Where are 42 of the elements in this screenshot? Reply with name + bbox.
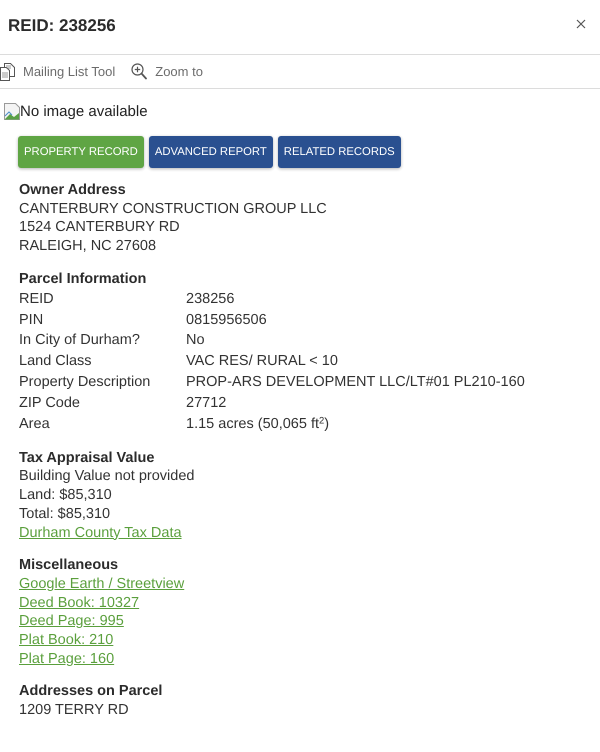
section-heading: Parcel Information	[19, 270, 146, 289]
field-value: 0815956506	[186, 310, 268, 330]
zoom-in-icon	[131, 63, 148, 80]
field-label: ZIP Code	[19, 394, 81, 413]
field-value: PROP-ARS DEVELOPMENT LLC/LT#01 PL210-160	[186, 373, 525, 392]
field-value: 1.15 acres (50,065 ft$^{2}$)	[186, 414, 330, 434]
text-line: CANTERBURY CONSTRUCTION GROUP LLC	[19, 200, 327, 218]
field-value: 238256	[186, 290, 236, 308]
section-heading: Tax Appraisal Value	[19, 448, 154, 468]
field-label: In City of Durham?	[19, 331, 141, 350]
report-button[interactable]: RELATED RECORDS	[278, 136, 401, 168]
field-label: PIN	[19, 310, 44, 330]
field-value: No	[186, 331, 206, 350]
toolbar-button[interactable]: Zoom to	[131, 63, 203, 80]
link[interactable]: Plat Page: 160	[19, 650, 114, 668]
link[interactable]: Plat Book: 210	[19, 631, 114, 650]
link[interactable]: Deed Book: 10327	[19, 594, 140, 612]
panel-title: REID: 238256	[8, 16, 116, 37]
link[interactable]: Deed Page: 995	[19, 612, 124, 632]
report-button[interactable]: ADVANCED REPORT	[148, 136, 273, 168]
text-line: Land: $85,310	[19, 486, 112, 505]
image-alt-text: No image available	[20, 102, 148, 120]
section-heading: Addresses on Parcel	[19, 682, 162, 702]
field-label: REID	[19, 290, 55, 308]
text-line: Building Value not provided	[19, 467, 194, 486]
toolbar-button[interactable]: Mailing List Tool	[0, 62, 116, 80]
text-line: RALEIGH, NC 27608	[19, 237, 156, 256]
close-icon	[576, 19, 586, 29]
text-line: 1524 CANTERBURY RD	[19, 218, 180, 238]
field-value: VAC RES/ RURAL < 10	[186, 352, 339, 371]
field-value: 27712	[186, 394, 228, 413]
section-heading: Miscellaneous	[19, 556, 118, 575]
section-heading: Owner Address	[19, 181, 126, 200]
field-label: Area	[19, 414, 51, 434]
field-label: Land Class	[19, 352, 93, 371]
text-line: 1209 TERRY RD	[19, 701, 129, 720]
text-line: Total: $85,310	[19, 504, 110, 524]
link[interactable]: Google Earth / Streetview	[19, 574, 184, 594]
broken-image-icon	[4, 102, 20, 120]
report-button[interactable]: PROPERTY RECORD	[18, 136, 144, 168]
link[interactable]: Durham County Tax Data	[19, 524, 182, 542]
field-label: Property Description	[19, 373, 152, 392]
